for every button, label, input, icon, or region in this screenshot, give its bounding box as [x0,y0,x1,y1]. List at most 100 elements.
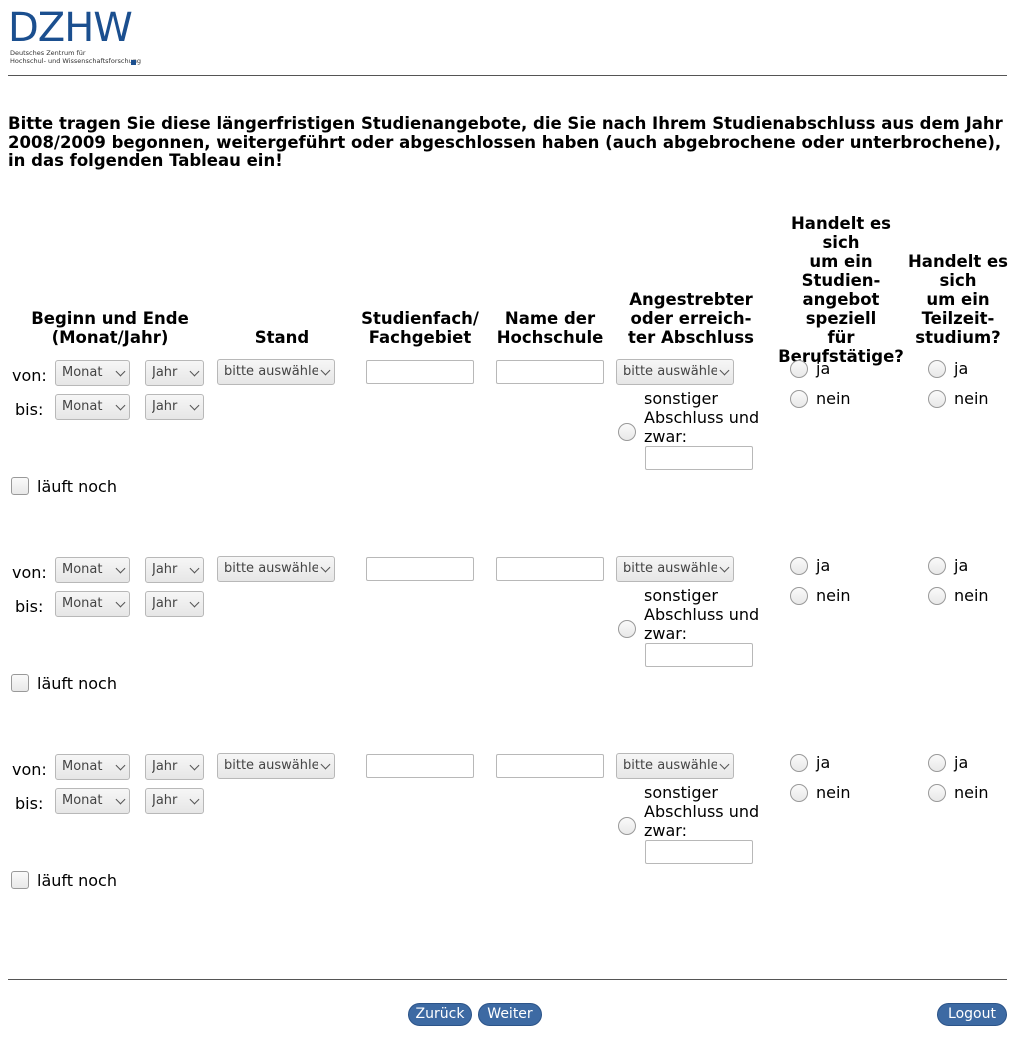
chevron-down-icon [189,366,200,377]
next-button[interactable]: Weiter [478,1003,542,1026]
chevron-down-icon [115,366,126,377]
von-year-select[interactable]: Jahr [145,557,204,583]
logout-button[interactable]: Logout [937,1003,1007,1026]
col-header-studienfach: Studienfach/ Fachgebiet [361,309,479,347]
laeuft-noch-checkbox[interactable] [11,477,29,495]
teilzeit-nein-radio[interactable] [928,784,946,802]
bis-label: bis: [15,597,44,616]
bis-label: bis: [15,400,44,419]
stand-select[interactable]: bitte auswählen [217,556,335,582]
chevron-down-icon [115,563,126,574]
sonstiger-abschluss-label: sonstiger Abschluss und zwar: [644,783,760,840]
bis-month-select[interactable]: Monat [55,788,130,814]
chevron-down-icon [320,759,331,770]
bis-month-select[interactable]: Monat [55,591,130,617]
chevron-down-icon [189,760,200,771]
teilzeit-nein-label: nein [954,586,989,605]
chevron-down-icon [115,760,126,771]
berufstaetige-ja-label: ja [816,359,831,378]
chevron-down-icon [115,794,126,805]
abschluss-select[interactable]: bitte auswählen [616,359,734,385]
berufstaetige-ja-radio[interactable] [790,360,808,378]
question-text: Bitte tragen Sie diese längerfristigen S… [8,114,1003,170]
stand-select[interactable]: bitte auswählen [217,359,335,385]
studienfach-input[interactable] [366,557,474,581]
berufstaetige-ja-label: ja [816,556,831,575]
abschluss-select[interactable]: bitte auswählen [616,556,734,582]
sonstiger-abschluss-input[interactable] [645,446,753,470]
col-header-stand: Stand [254,328,310,347]
bis-year-select[interactable]: Jahr [145,394,204,420]
chevron-down-icon [320,365,331,376]
von-label: von: [12,366,47,385]
bis-year-select[interactable]: Jahr [145,591,204,617]
berufstaetige-ja-radio[interactable] [790,754,808,772]
bis-year-select[interactable]: Jahr [145,788,204,814]
chevron-down-icon [719,365,730,376]
chevron-down-icon [189,597,200,608]
sonstiger-abschluss-input[interactable] [645,643,753,667]
sonstiger-abschluss-radio[interactable] [618,817,636,835]
teilzeit-ja-radio[interactable] [928,754,946,772]
teilzeit-ja-label: ja [954,556,969,575]
berufstaetige-nein-radio[interactable] [790,784,808,802]
bis-month-select[interactable]: Monat [55,394,130,420]
sonstiger-abschluss-label: sonstiger Abschluss und zwar: [644,586,760,643]
logo-subtitle-line2: Hochschul- und Wissenschaftsforschung [10,57,141,65]
teilzeit-nein-radio[interactable] [928,390,946,408]
logo-subtitle-line1: Deutsches Zentrum für [10,49,86,57]
sonstiger-abschluss-radio[interactable] [618,620,636,638]
hochschule-input[interactable] [496,557,604,581]
col-header-begin-end: Beginn und Ende (Monat/Jahr) [31,309,189,347]
stand-select[interactable]: bitte auswählen [217,753,335,779]
col-header-teilzeit: Handelt es sich um ein Teilzeit- studium… [908,252,1008,347]
back-button[interactable]: Zurück [408,1003,472,1026]
hochschule-input[interactable] [496,360,604,384]
bis-label: bis: [15,794,44,813]
abschluss-select[interactable]: bitte auswählen [616,753,734,779]
laeuft-noch-label: läuft noch [37,674,117,693]
berufstaetige-nein-radio[interactable] [790,587,808,605]
laeuft-noch-label: läuft noch [37,477,117,496]
studienfach-input[interactable] [366,360,474,384]
berufstaetige-ja-radio[interactable] [790,557,808,575]
laeuft-noch-checkbox[interactable] [11,674,29,692]
teilzeit-nein-label: nein [954,783,989,802]
von-year-select[interactable]: Jahr [145,754,204,780]
chevron-down-icon [189,400,200,411]
teilzeit-ja-radio[interactable] [928,557,946,575]
sonstiger-abschluss-input[interactable] [645,840,753,864]
berufstaetige-nein-radio[interactable] [790,390,808,408]
laeuft-noch-checkbox[interactable] [11,871,29,889]
teilzeit-ja-label: ja [954,359,969,378]
col-header-hochschule: Name der Hochschule [496,309,604,347]
von-label: von: [12,760,47,779]
hochschule-input[interactable] [496,754,604,778]
berufstaetige-ja-label: ja [816,753,831,772]
sonstiger-abschluss-label: sonstiger Abschluss und zwar: [644,389,760,446]
studienfach-input[interactable] [366,754,474,778]
laeuft-noch-label: läuft noch [37,871,117,890]
von-month-select[interactable]: Monat [55,754,130,780]
sonstiger-abschluss-radio[interactable] [618,423,636,441]
teilzeit-nein-radio[interactable] [928,587,946,605]
von-month-select[interactable]: Monat [55,360,130,386]
chevron-down-icon [719,562,730,573]
chevron-down-icon [320,562,331,573]
von-year-select[interactable]: Jahr [145,360,204,386]
berufstaetige-nein-label: nein [816,389,851,408]
logo-mark: DZHW [8,5,133,51]
footer-divider [8,979,1007,980]
logo-dot [131,60,136,65]
teilzeit-ja-label: ja [954,753,969,772]
berufstaetige-nein-label: nein [816,586,851,605]
teilzeit-ja-radio[interactable] [928,360,946,378]
chevron-down-icon [115,597,126,608]
chevron-down-icon [115,400,126,411]
chevron-down-icon [719,759,730,770]
von-month-select[interactable]: Monat [55,557,130,583]
berufstaetige-nein-label: nein [816,783,851,802]
col-header-berufstaetige: Handelt es sich um ein Studien- angebot … [778,214,904,366]
teilzeit-nein-label: nein [954,389,989,408]
von-label: von: [12,563,47,582]
